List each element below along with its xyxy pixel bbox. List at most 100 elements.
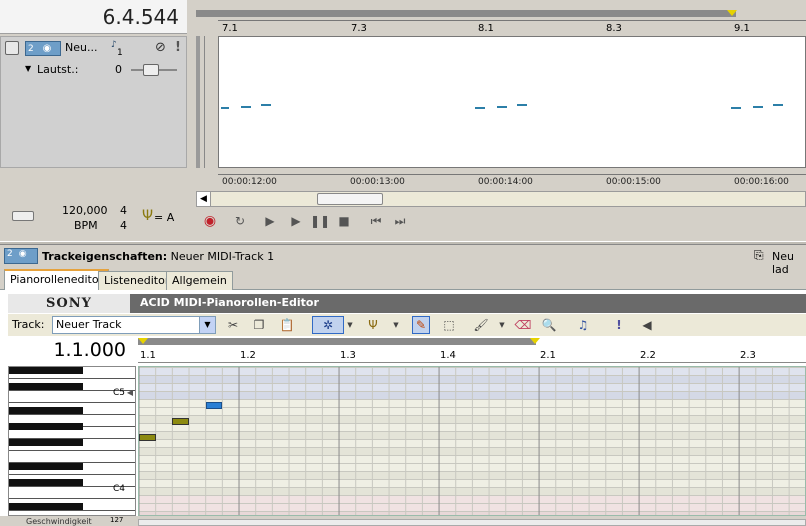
volume-row: ▼ Lautst.: 0 <box>25 63 185 79</box>
midi-note <box>517 104 527 106</box>
loop-icon[interactable]: ↻ <box>230 212 250 230</box>
zoom-icon[interactable]: 🔍 <box>540 316 558 334</box>
key-label[interactable]: = A <box>154 211 174 224</box>
scroll-left-icon[interactable]: ◀ <box>197 192 211 206</box>
track-properties-header: 2 ◉ Trackeigenschaften: Neuer MIDI-Track … <box>0 246 806 276</box>
ruler-tick-label: 1.4 <box>440 350 456 361</box>
piano-roll-ruler[interactable]: 1.1 1.2 1.3 1.4 2.1 2.2 2.3 <box>138 338 806 364</box>
eraser-icon[interactable]: ⌫ <box>514 316 532 334</box>
midi-track-event[interactable] <box>218 36 806 168</box>
snap-icon[interactable]: ✲ <box>312 316 344 334</box>
black-key[interactable] <box>9 463 83 470</box>
loop-region-bar[interactable] <box>138 338 536 345</box>
tab-list-editor[interactable]: Listeneditor <box>98 271 176 290</box>
velocity-max: 127 <box>110 516 124 524</box>
tab-piano-roll[interactable]: Pianorolleneditor <box>4 269 110 291</box>
go-to-end-icon[interactable]: ⏭ <box>390 212 410 230</box>
speaker-icon[interactable]: ◀ <box>638 316 656 334</box>
track-select[interactable]: Neuer Track ▼ <box>52 316 216 334</box>
collapse-arrow-icon[interactable]: ▼ <box>25 64 31 73</box>
pencil-icon[interactable]: ✎ <box>412 316 430 334</box>
time-label: 00:00:16:00 <box>734 177 789 187</box>
properties-tabs: Pianorolleneditor Listeneditor Allgemein <box>0 269 806 291</box>
loop-end-marker[interactable] <box>530 338 540 344</box>
snap-dropdown-icon[interactable]: ▼ <box>344 316 356 334</box>
midi-note <box>731 107 741 109</box>
record-icon[interactable]: ◉ <box>200 212 220 230</box>
ruler-tick-label: 8.1 <box>478 23 494 34</box>
chevron-down-icon[interactable]: ▼ <box>199 317 215 333</box>
black-key[interactable] <box>9 423 83 430</box>
copy-icon[interactable]: ❐ <box>250 316 268 334</box>
velocity-strip: Geschwindigkeit 127 <box>0 516 806 526</box>
key-label-c4: C4 <box>112 484 125 494</box>
piano-roll-grid[interactable] <box>138 366 806 516</box>
black-key[interactable] <box>9 367 83 374</box>
ruler-tick-label: 2.1 <box>540 350 556 361</box>
loop-end-marker[interactable] <box>727 10 737 16</box>
play-icon[interactable]: ▶ <box>286 212 306 230</box>
black-key[interactable] <box>9 383 83 390</box>
mute-icon[interactable]: ⊘ <box>155 40 166 55</box>
time-sig-bottom[interactable]: 4 <box>120 219 127 232</box>
pane-splitter[interactable] <box>0 241 806 245</box>
loop-start-marker[interactable] <box>138 338 148 344</box>
track-view <box>196 36 806 168</box>
white-key[interactable] <box>9 451 135 463</box>
solo-icon[interactable]: ! <box>175 40 181 55</box>
piano-keyboard[interactable]: C5 ◀ C4 <box>8 366 136 523</box>
horizontal-scrollbar[interactable]: ◀ <box>196 191 806 207</box>
paste-icon[interactable]: 📋 <box>278 316 296 334</box>
loop-region-bar[interactable] <box>196 10 736 17</box>
midi-note[interactable] <box>139 434 156 441</box>
black-key[interactable] <box>9 503 83 510</box>
play-from-start-icon[interactable]: ▶ <box>260 212 280 230</box>
midi-note <box>497 106 507 108</box>
quantize-icon[interactable]: Ψ <box>364 316 382 334</box>
brush-icon[interactable]: 🖌 <box>472 316 490 334</box>
note-split-icon[interactable]: ♫ <box>574 316 592 334</box>
quantize-dropdown-icon[interactable]: ▼ <box>390 316 402 334</box>
reload-icon[interactable]: ⎘ <box>754 248 764 263</box>
track-name[interactable]: Neu... <box>65 41 105 55</box>
editor-toolbar: Track: Neuer Track ▼ ✂ ❐ 📋 ✲ ▼ Ψ ▼ ✎ ⬚ 🖌… <box>8 314 806 336</box>
time-label: 00:00:15:00 <box>606 177 661 187</box>
timeline-ruler[interactable]: 7.1 7.3 8.1 8.3 9.1 <box>196 10 806 36</box>
bpm-value[interactable]: 120,000 <box>62 204 108 217</box>
midi-note[interactable] <box>172 418 189 425</box>
volume-label: Lautst.: <box>37 63 79 76</box>
pause-icon[interactable]: ❚❚ <box>310 212 330 230</box>
black-key[interactable] <box>9 407 83 414</box>
properties-title: Trackeigenschaften: <box>42 250 168 263</box>
cut-icon[interactable]: ✂ <box>224 316 242 334</box>
track-select-label: Track: <box>12 318 45 331</box>
track-expand-icon[interactable] <box>5 41 19 55</box>
position-display: 6.4.544 <box>0 0 187 34</box>
time-sig-top[interactable]: 4 <box>120 204 127 217</box>
go-to-start-icon[interactable]: ⏮ <box>366 212 386 230</box>
brush-dropdown-icon[interactable]: ▼ <box>496 316 508 334</box>
black-key[interactable] <box>9 479 83 486</box>
scrollbar-thumb[interactable] <box>317 193 383 205</box>
ruler-tick-label: 2.2 <box>640 350 656 361</box>
piano-roll-editor: SONY ACID MIDI-Pianorollen-Editor Track:… <box>0 290 806 526</box>
properties-track-name: Neuer MIDI-Track 1 <box>170 250 275 263</box>
solo-icon[interactable]: ! <box>610 316 628 334</box>
volume-slider-thumb[interactable] <box>143 64 159 76</box>
master-slider[interactable] <box>12 211 34 221</box>
ruler-tick-label: 1.1 <box>140 350 156 361</box>
midi-channel-icon[interactable]: ♪ <box>111 40 117 50</box>
ruler-tick-label: 9.1 <box>734 23 750 34</box>
select-arrow-icon[interactable]: ⬚ <box>440 316 458 334</box>
transport-bar: ◉ ↻ ▶ ▶ ❚❚ ■ ⏮ ⏭ <box>196 210 806 232</box>
track-header[interactable]: 2 ◉ Neu... ♪ 1 ⊘ ! ▼ Lautst.: 0 <box>0 36 187 168</box>
bpm-label: BPM <box>74 219 98 232</box>
tab-general[interactable]: Allgemein <box>166 271 233 290</box>
stop-icon[interactable]: ■ <box>334 212 354 230</box>
midi-icon: ◉ <box>42 43 52 54</box>
black-key[interactable] <box>9 439 83 446</box>
midi-note-selected[interactable] <box>206 402 222 409</box>
midi-note <box>773 104 783 106</box>
current-key-marker-icon: ◀ <box>126 388 133 397</box>
time-ruler[interactable]: 00:00:12:00 00:00:13:00 00:00:14:00 00:0… <box>196 168 806 190</box>
